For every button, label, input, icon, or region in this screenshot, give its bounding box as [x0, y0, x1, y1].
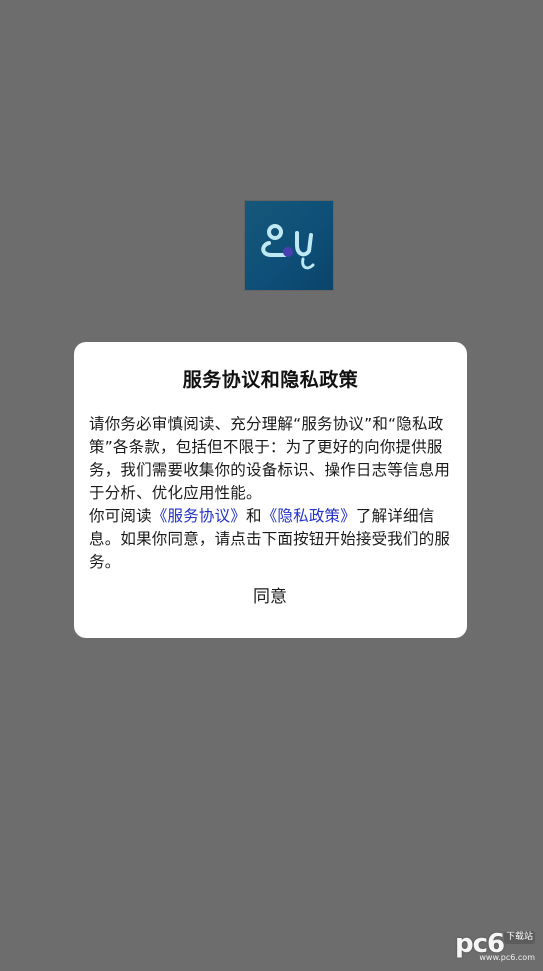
app-logo — [245, 201, 333, 290]
privacy-policy-link[interactable]: 《隐私政策》 — [262, 507, 356, 525]
service-agreement-link[interactable]: 《服务协议》 — [152, 507, 246, 525]
watermark-badge: 下载站 — [503, 931, 535, 944]
dialog-paragraph-1: 请你务必审慎阅读、充分理解“服务协议”和“隐私政策”各条款，包括但不限于：为了更… — [89, 415, 451, 502]
stethoscope-icon — [261, 224, 315, 270]
paragraph-2-and: 和 — [246, 507, 262, 525]
paragraph-2-prefix: 你可阅读 — [89, 507, 152, 525]
watermark-logo: pc6 下载站 www.pc6.com — [455, 929, 535, 963]
screen: 服务协议和隐私政策 请你务必审慎阅读、充分理解“服务协议”和“隐私政策”各条款，… — [0, 0, 543, 971]
agree-button[interactable]: 同意 — [220, 580, 320, 614]
dialog-body: 请你务必审慎阅读、充分理解“服务协议”和“隐私政策”各条款，包括但不限于：为了更… — [89, 413, 454, 574]
agreement-dialog: 服务协议和隐私政策 请你务必审慎阅读、充分理解“服务协议”和“隐私政策”各条款，… — [74, 342, 467, 638]
dialog-paragraph-2: 你可阅读《服务协议》和《隐私政策》了解详细信息。如果你同意，请点击下面按钮开始接… — [89, 505, 454, 574]
watermark-url: www.pc6.com — [479, 953, 535, 962]
dialog-title: 服务协议和隐私政策 — [182, 369, 359, 391]
